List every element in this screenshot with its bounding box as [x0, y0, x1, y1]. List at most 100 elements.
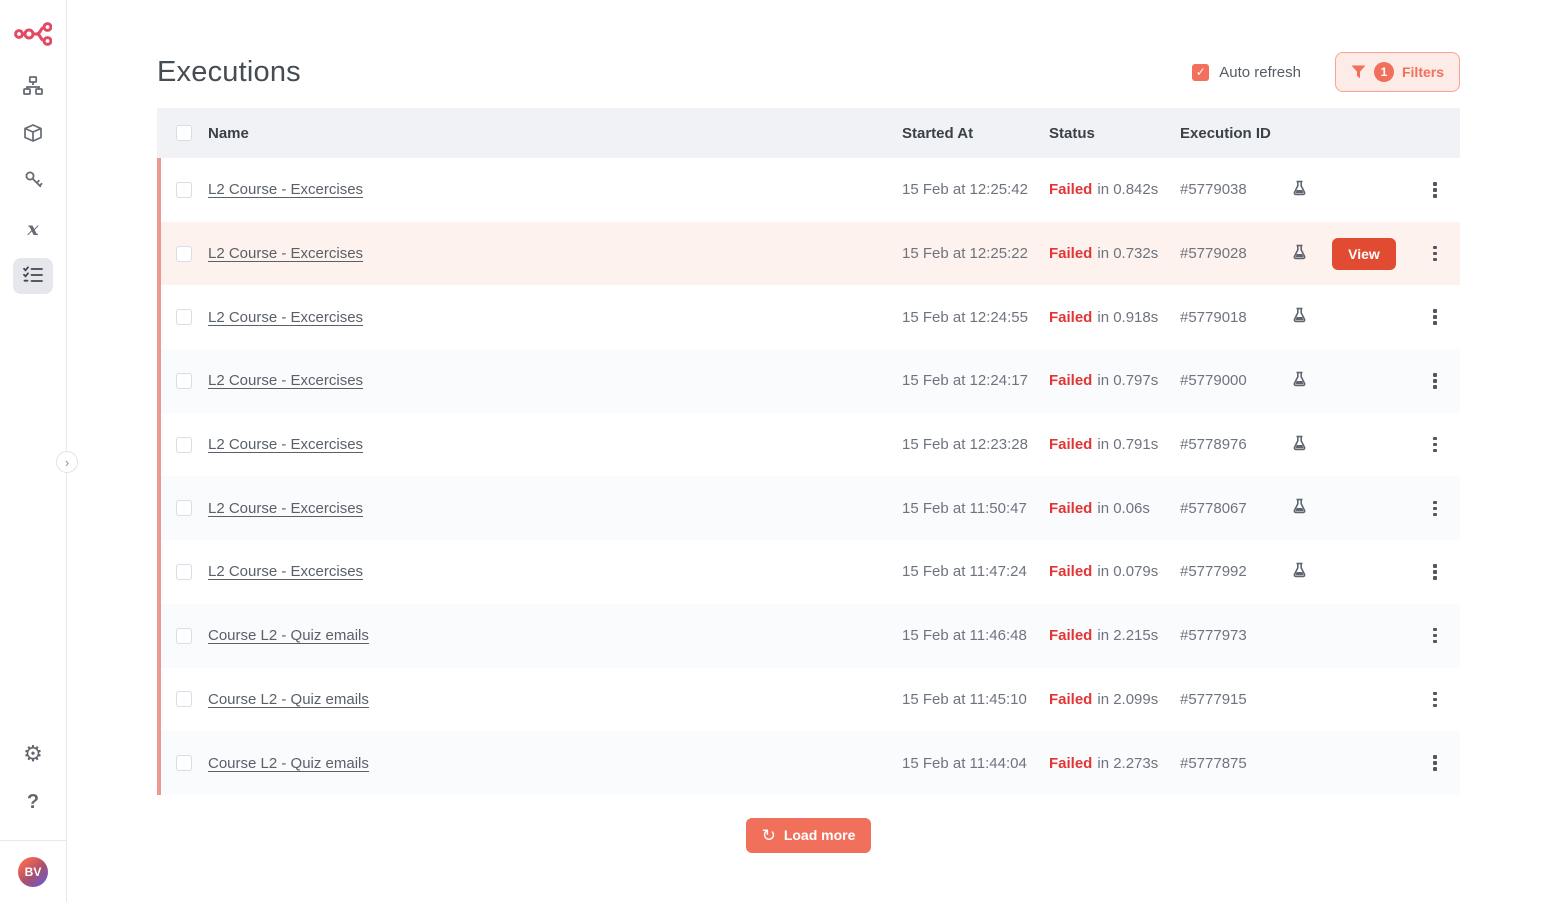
kebab-menu-icon[interactable] [1428, 623, 1442, 649]
execution-id: #5777973 [1180, 627, 1280, 644]
avatar[interactable]: BV [18, 857, 48, 887]
execution-id: #5777992 [1180, 563, 1280, 580]
load-more-button[interactable]: ↻ Load more [746, 818, 872, 853]
status-failed: Failed [1049, 309, 1092, 326]
key-icon [24, 170, 43, 194]
executions-table: Name Started At Status Execution ID L2 C… [157, 108, 1460, 795]
table-row[interactable]: L2 Course - Excercises 15 Feb at 12:23:2… [157, 413, 1460, 477]
kebab-menu-icon[interactable] [1428, 304, 1442, 330]
filters-count-badge: 1 [1374, 62, 1394, 82]
row-checkbox[interactable] [176, 755, 192, 771]
table-row[interactable]: L2 Course - Excercises 15 Feb at 12:24:1… [157, 349, 1460, 413]
kebab-menu-icon[interactable] [1428, 177, 1442, 203]
execution-name-link[interactable]: L2 Course - Excercises [208, 372, 363, 389]
status-failed: Failed [1049, 627, 1092, 644]
row-checkbox[interactable] [176, 564, 192, 580]
execution-name-link[interactable]: L2 Course - Excercises [208, 500, 363, 517]
load-more-container: ↻ Load more [157, 818, 1460, 853]
execution-name-link[interactable]: Course L2 - Quiz emails [208, 627, 369, 644]
sidebar-bottom: ⚙ ? BV [0, 736, 66, 902]
row-checkbox[interactable] [176, 691, 192, 707]
settings-button[interactable]: ⚙ [13, 736, 53, 772]
table-row[interactable]: L2 Course - Excercises 15 Feb at 12:24:5… [157, 285, 1460, 349]
executions-page: Executions ✓ Auto refresh 1 Filters [157, 0, 1460, 853]
row-checkbox[interactable] [176, 628, 192, 644]
execution-id: #5779000 [1180, 372, 1280, 389]
table-row[interactable]: L2 Course - Excercises 15 Feb at 12:25:2… [157, 222, 1460, 286]
duration: in 0.732s [1097, 245, 1158, 262]
chevron-right-icon: › [65, 455, 69, 470]
table-header-row: Name Started At Status Execution ID [157, 108, 1460, 158]
user-menu: BV [0, 840, 66, 902]
n8n-logo-icon[interactable] [14, 16, 52, 50]
status-failed: Failed [1049, 691, 1092, 708]
auto-refresh-label: Auto refresh [1219, 64, 1301, 81]
execution-name-link[interactable]: L2 Course - Excercises [208, 563, 363, 580]
kebab-menu-icon[interactable] [1428, 559, 1442, 585]
row-checkbox[interactable] [176, 182, 192, 198]
flask-icon [1293, 435, 1306, 455]
execution-name-link[interactable]: L2 Course - Excercises [208, 436, 363, 453]
started-at: 15 Feb at 11:47:24 [902, 563, 1049, 580]
kebab-menu-icon[interactable] [1428, 496, 1442, 522]
status-failed: Failed [1049, 436, 1092, 453]
row-checkbox[interactable] [176, 437, 192, 453]
help-icon: ? [27, 791, 39, 814]
kebab-menu-icon[interactable] [1428, 241, 1442, 267]
started-at: 15 Feb at 12:23:28 [902, 436, 1049, 453]
variables-x-icon: x [27, 218, 38, 240]
row-checkbox[interactable] [176, 309, 192, 325]
kebab-menu-icon[interactable] [1428, 368, 1442, 394]
status-failed: Failed [1049, 372, 1092, 389]
execution-name-link[interactable]: L2 Course - Excercises [208, 309, 363, 326]
execution-name-link[interactable]: L2 Course - Excercises [208, 245, 363, 262]
kebab-menu-icon[interactable] [1428, 432, 1442, 458]
load-more-label: Load more [784, 827, 856, 843]
status-failed: Failed [1049, 500, 1092, 517]
sidebar-expand-button[interactable]: › [56, 451, 78, 473]
duration: in 2.215s [1097, 627, 1158, 644]
table-row[interactable]: Course L2 - Quiz emails 15 Feb at 11:45:… [157, 668, 1460, 732]
flask-icon [1293, 498, 1306, 518]
sidebar-item-variables[interactable]: x [13, 211, 53, 247]
duration: in 0.06s [1097, 500, 1150, 517]
box-icon [23, 123, 43, 148]
sidebar-item-workflows[interactable] [13, 70, 53, 106]
execution-name-link[interactable]: Course L2 - Quiz emails [208, 691, 369, 708]
view-button[interactable]: View [1332, 238, 1396, 270]
sidebar: x ⚙ ? BV [0, 0, 67, 902]
duration: in 0.842s [1097, 181, 1158, 198]
table-row[interactable]: Course L2 - Quiz emails 15 Feb at 11:46:… [157, 604, 1460, 668]
row-checkbox[interactable] [176, 500, 192, 516]
filters-button[interactable]: 1 Filters [1335, 52, 1460, 92]
table-row[interactable]: L2 Course - Excercises 15 Feb at 12:25:4… [157, 158, 1460, 222]
execution-id: #5779028 [1180, 245, 1280, 262]
started-at: 15 Feb at 12:24:55 [902, 309, 1049, 326]
kebab-menu-icon[interactable] [1428, 750, 1442, 776]
duration: in 0.918s [1097, 309, 1158, 326]
kebab-menu-icon[interactable] [1428, 687, 1442, 713]
execution-id: #5779018 [1180, 309, 1280, 326]
execution-id: #5777915 [1180, 691, 1280, 708]
row-checkbox[interactable] [176, 373, 192, 389]
flask-icon [1293, 307, 1306, 327]
row-checkbox[interactable] [176, 246, 192, 262]
sidebar-item-executions[interactable] [13, 258, 53, 294]
status-failed: Failed [1049, 563, 1092, 580]
table-row[interactable]: Course L2 - Quiz emails 15 Feb at 11:44:… [157, 731, 1460, 795]
started-at: 15 Feb at 11:50:47 [902, 500, 1049, 517]
help-button[interactable]: ? [13, 784, 53, 820]
auto-refresh-toggle[interactable]: ✓ Auto refresh [1192, 64, 1301, 81]
select-all-checkbox[interactable] [176, 125, 192, 141]
flask-icon [1293, 371, 1306, 391]
execution-name-link[interactable]: Course L2 - Quiz emails [208, 755, 369, 772]
sidebar-item-templates[interactable] [13, 117, 53, 153]
flask-icon [1293, 562, 1306, 582]
sidebar-item-credentials[interactable] [13, 164, 53, 200]
started-at: 15 Feb at 12:25:22 [902, 245, 1049, 262]
started-at: 15 Feb at 12:24:17 [902, 372, 1049, 389]
auto-refresh-checkbox[interactable]: ✓ [1192, 64, 1209, 81]
execution-name-link[interactable]: L2 Course - Excercises [208, 181, 363, 198]
table-row[interactable]: L2 Course - Excercises 15 Feb at 11:47:2… [157, 540, 1460, 604]
table-row[interactable]: L2 Course - Excercises 15 Feb at 11:50:4… [157, 476, 1460, 540]
